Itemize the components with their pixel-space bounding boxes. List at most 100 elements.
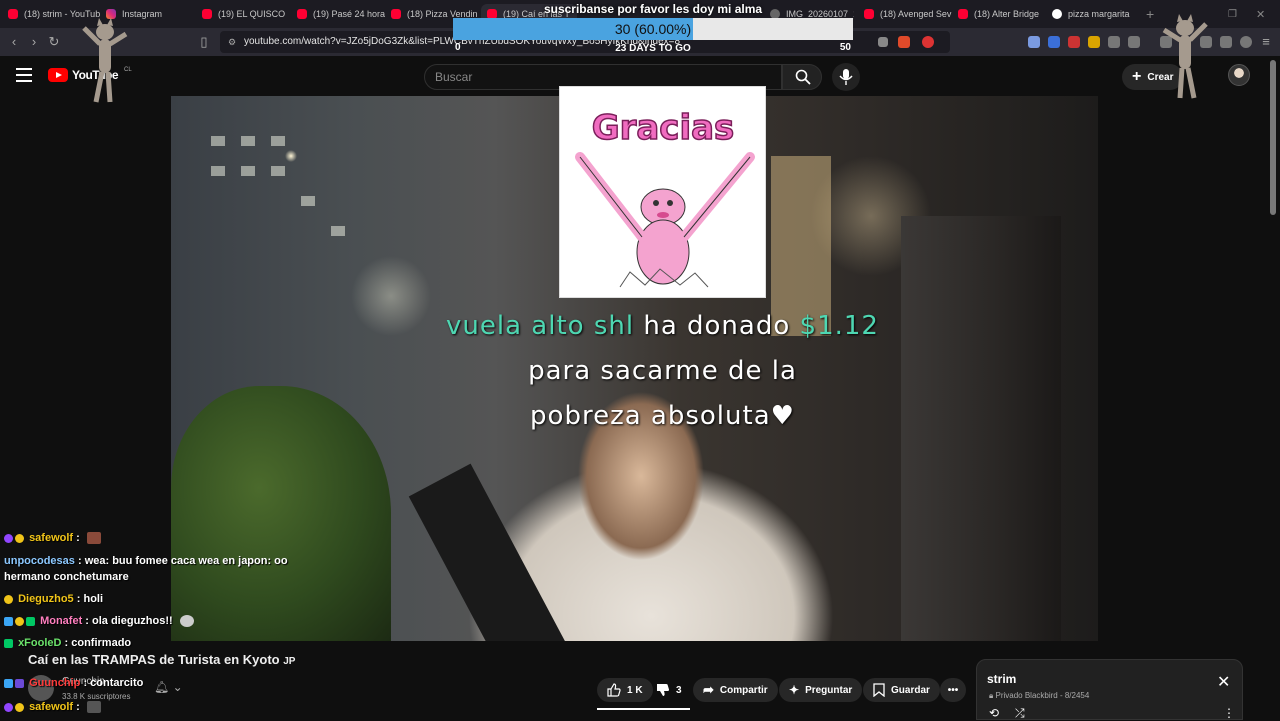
chat-username: unpocodesas (4, 555, 75, 567)
chat-username: Guunchip (29, 677, 81, 689)
video-frame-detail (241, 136, 255, 146)
donation-text: para sacarme de la pobreza absoluta♥ (528, 356, 797, 431)
page-scrollbar[interactable] (1270, 60, 1276, 215)
goal-progress-text: 30 (60.00%) (614, 21, 692, 37)
shuffle-icon[interactable]: ⤮ (1015, 706, 1025, 721)
video-frame-detail (331, 226, 345, 236)
video-title-flag: JP (283, 656, 296, 667)
goal-title: suscribanse por favor les doy mi alma (543, 2, 763, 16)
sidebar-icon[interactable] (1128, 36, 1140, 48)
video-frame-detail (408, 463, 584, 641)
tab-label: pizza margarita (1068, 9, 1130, 19)
browser-tab[interactable]: pizza margarita (1052, 4, 1132, 24)
search-input[interactable] (435, 70, 765, 84)
chat-message: Dieguzho5 : holi (4, 593, 103, 605)
account-avatar[interactable] (1228, 64, 1250, 86)
thumbs-up-icon (607, 683, 621, 697)
playlist-title[interactable]: strim (987, 672, 1016, 686)
voice-search-button[interactable] (832, 63, 860, 91)
chat-message: safewolf : (4, 532, 101, 545)
pink-panther-icon: Gracias (575, 107, 755, 288)
chat-username: safewolf (29, 532, 74, 544)
chat-message: Monafet : ola dieguzhos!! (4, 615, 194, 628)
bookmark-icon[interactable]: ▯ (196, 34, 212, 50)
subscriber-count: 33.8 K suscriptores (62, 692, 131, 701)
like-count: 1 K (627, 684, 643, 696)
sparkle-icon: ✦ (789, 683, 800, 697)
ask-label: Preguntar (805, 684, 853, 696)
thumbs-down-icon (657, 684, 669, 696)
youtube-icon (202, 9, 212, 19)
loop-icon[interactable]: ⟲ (989, 706, 999, 720)
youtube-play-icon (48, 68, 68, 82)
emote-icon (86, 701, 101, 714)
playlist-panel: strim 🔒︎ Privado Blackbird - 8/2454 ✕ ⟲ … (976, 659, 1243, 720)
browser-tab[interactable]: (19) Pasé 24 hora (297, 4, 385, 24)
chat-text: contarcito (90, 677, 144, 689)
microphone-icon (839, 69, 853, 85)
rewards-icon[interactable] (922, 36, 934, 48)
subscriber-goal: suscribanse por favor les doy mi alma 30… (453, 0, 853, 58)
save-button[interactable]: Guardar (863, 678, 940, 702)
video-frame-detail (271, 136, 285, 146)
forward-icon[interactable]: › (26, 34, 42, 50)
search-icon (795, 69, 811, 85)
extensions-puzzle-icon[interactable] (1108, 36, 1120, 48)
extension-translate-icon[interactable] (1028, 36, 1040, 48)
playlist-meta-text: Privado Blackbird - 8/2454 (995, 691, 1090, 700)
extension-icon[interactable] (1048, 36, 1060, 48)
dislike-button[interactable]: 3 (646, 678, 692, 702)
ask-button[interactable]: ✦ Preguntar (779, 678, 863, 702)
restore-window-icon[interactable]: ❐ (1228, 4, 1242, 24)
search-button[interactable] (782, 64, 822, 90)
emote-icon (179, 615, 194, 628)
chat-message: Guunchip : contarcito (4, 677, 143, 689)
profile-icon[interactable] (1240, 36, 1252, 48)
video-title-text: Caí en las TRAMPAS de Turista en Kyoto (28, 652, 280, 667)
browser-tab[interactable]: (18) Avenged Sev (864, 4, 952, 24)
site-info-icon[interactable]: ⚙ (224, 34, 240, 50)
extension-icon[interactable] (1068, 36, 1080, 48)
browser-tab[interactable]: (19) EL QUISCO E (202, 4, 288, 24)
goal-max: 50 (839, 42, 851, 53)
close-window-icon[interactable]: ✕ (1256, 4, 1270, 24)
share-button[interactable]: ➦ Compartir (693, 678, 778, 702)
video-frame-detail (271, 166, 285, 176)
video-frame-detail (211, 136, 225, 146)
google-icon (1052, 9, 1062, 19)
browser-tab[interactable]: (18) Alter Bridge (958, 4, 1042, 24)
donation-alert-message: vuela alto shl ha donado $1.12 para saca… (420, 304, 905, 439)
chat-message: unpocodesas : wea: buu fomee caca wea en… (4, 555, 288, 583)
video-frame-detail (241, 166, 255, 176)
share-icon[interactable] (878, 37, 888, 47)
playlist-menu-icon[interactable]: ⋮ (1223, 706, 1235, 720)
reload-icon[interactable]: ↻ (46, 34, 62, 50)
tab-label: (19) EL QUISCO E (218, 9, 288, 19)
chat-username: xFooleD (18, 637, 62, 649)
chat-username: Monafet (40, 615, 83, 627)
leo-ai-icon[interactable] (1220, 36, 1232, 48)
youtube-icon (958, 9, 968, 19)
extension-icon[interactable] (1088, 36, 1100, 48)
tab-label: (18) Alter Bridge (974, 9, 1040, 19)
more-dots-icon: ••• (947, 684, 959, 696)
back-icon[interactable]: ‹ (6, 34, 22, 50)
chat-message: xFooleD : confirmado (4, 637, 131, 649)
video-title: Caí en las TRAMPAS de Turista en Kyoto J… (28, 652, 295, 667)
share-label: Compartir (719, 684, 768, 696)
brave-shield-icon[interactable] (898, 36, 910, 48)
goal-progress-bar: 30 (60.00%) (453, 18, 853, 40)
menu-icon[interactable]: ≡ (1258, 34, 1274, 50)
notification-bell-icon[interactable]: 🔔︎ ⌄ (154, 680, 194, 700)
new-tab-icon[interactable]: + (1146, 4, 1160, 24)
close-icon[interactable]: ✕ (1217, 672, 1230, 692)
youtube-icon (297, 9, 307, 19)
like-button[interactable]: 1 K (597, 678, 653, 702)
chat-username: safewolf (29, 701, 74, 713)
plus-icon: + (1132, 68, 1142, 85)
chat-text: confirmado (71, 637, 132, 649)
video-frame-detail (901, 216, 1061, 641)
tab-label: (18) Avenged Sev (880, 9, 952, 19)
hamburger-menu-icon[interactable] (16, 68, 32, 82)
more-actions-button[interactable]: ••• (940, 678, 966, 702)
